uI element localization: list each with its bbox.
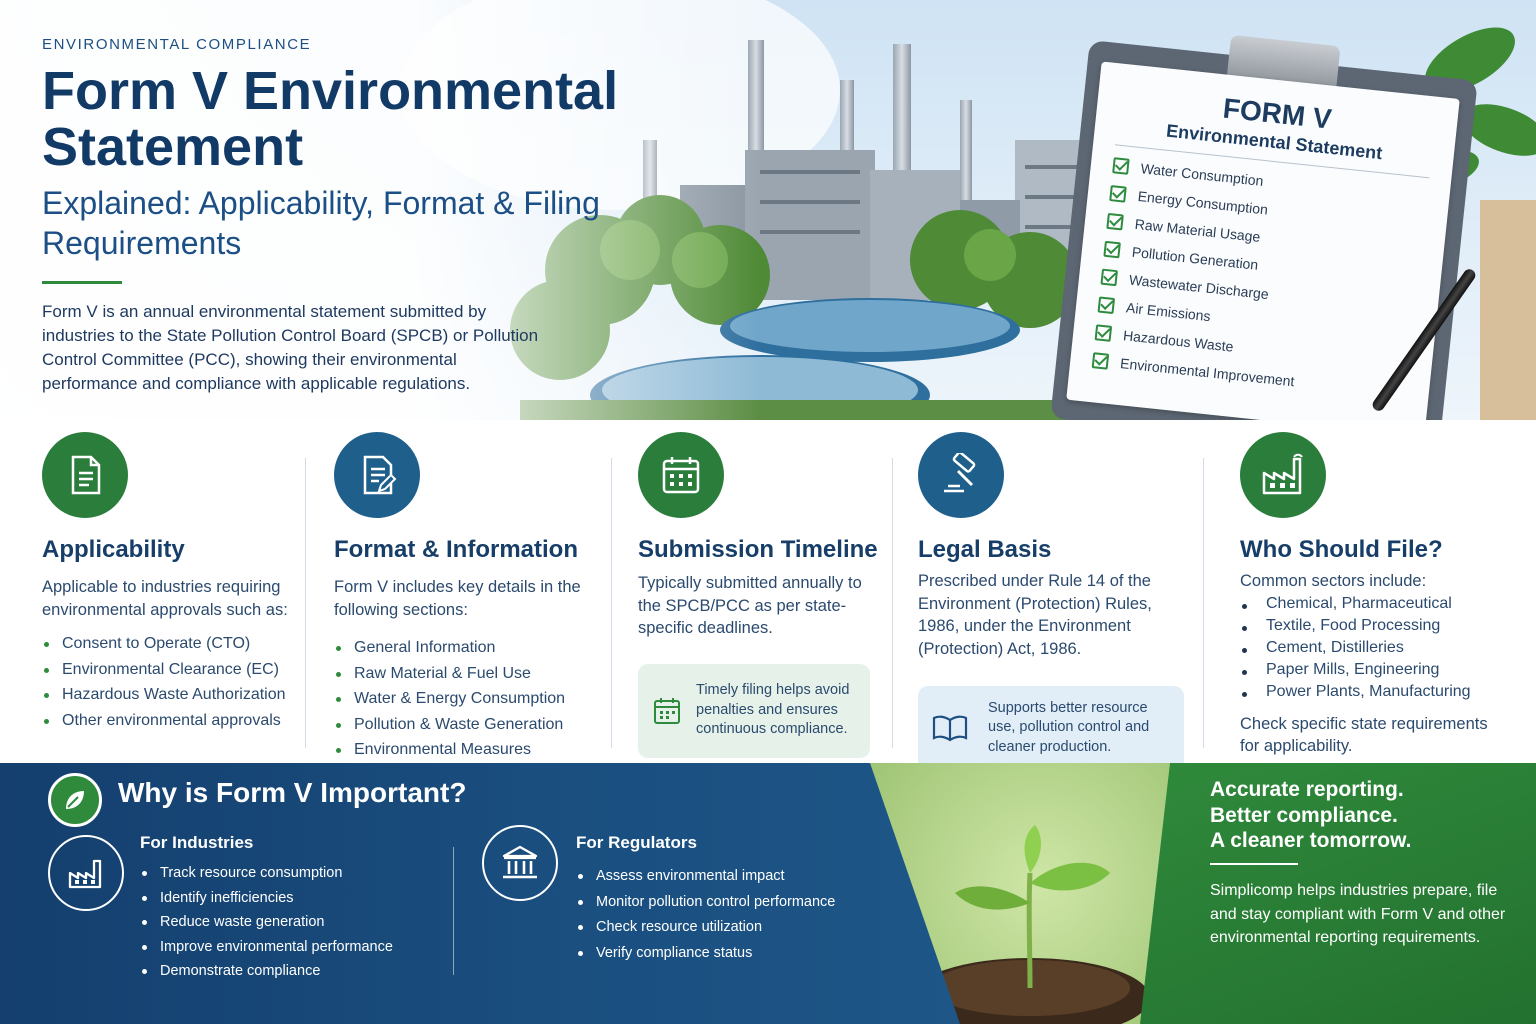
- sections-list: General Information Raw Material & Fuel …: [334, 635, 594, 763]
- checkbox-checked-icon: [1100, 268, 1119, 287]
- page-title: Form V Environmental Statement: [42, 63, 682, 175]
- list-item: Pollution & Waste Generation: [334, 712, 594, 738]
- list-item: Cement, Distilleries: [1240, 637, 1510, 659]
- title-line-1: Form V Environmental: [42, 61, 619, 121]
- list-item: Environmental Clearance (EC): [42, 657, 292, 683]
- list-item: Verify compliance status: [576, 941, 876, 967]
- card-body: Applicable to industries requiring envir…: [42, 578, 288, 619]
- eyebrow-label: ENVIRONMENTAL COMPLIANCE: [42, 36, 312, 53]
- list-item: Power Plants, Manufacturing: [1240, 681, 1510, 703]
- list-item: Textile, Food Processing: [1240, 615, 1510, 637]
- legal-note: Supports better resource use, pollution …: [918, 686, 1184, 770]
- section-title: Why is Form V Important?: [118, 777, 467, 808]
- card-body: Typically submitted annually to the SPCB…: [638, 574, 862, 637]
- title-divider: [42, 281, 122, 284]
- factory-icon: [1240, 432, 1326, 518]
- card-legal-basis: Legal Basis Prescribed under Rule 14 of …: [918, 420, 1188, 770]
- closing-tagline: Accurate reporting. Better compliance. A…: [1210, 778, 1412, 852]
- card-title: Who Should File?: [1240, 536, 1443, 563]
- checkbox-checked-icon: [1094, 324, 1113, 342]
- checkbox-checked-icon: [1109, 185, 1127, 203]
- closing-text: Simplicomp helps industries prepare, fil…: [1210, 882, 1506, 946]
- list-item: Demonstrate compliance: [140, 959, 393, 984]
- regulators-heading: For Regulators: [576, 833, 697, 852]
- card-body: Common sectors include:: [1240, 572, 1427, 590]
- card-timeline: Submission Timeline Typically submitted …: [638, 420, 878, 765]
- list-item: General Information: [334, 635, 594, 661]
- list-item: Water & Energy Consumption: [334, 686, 594, 712]
- form-edit-icon: [334, 432, 420, 518]
- list-item: Chemical, Pharmaceutical: [1240, 593, 1510, 615]
- list-item: Other environmental approvals: [42, 708, 292, 734]
- industries-heading: For Industries: [140, 833, 254, 852]
- list-item: Consent to Operate (CTO): [42, 631, 292, 657]
- checkbox-checked-icon: [1097, 296, 1116, 315]
- title-line-2: Statement: [42, 117, 304, 177]
- checkbox-checked-icon: [1091, 352, 1110, 370]
- card-title: Applicability: [42, 536, 185, 563]
- industries-list: Track resource consumption Identify inef…: [140, 861, 393, 984]
- list-item: Environmental Measures: [334, 737, 594, 763]
- intro-paragraph: Form V is an annual environmental statem…: [42, 302, 539, 393]
- checkbox-checked-icon: [1103, 240, 1121, 259]
- list-item: Reduce waste generation: [140, 910, 393, 935]
- why-important-section: Why is Form V Important? For Industries …: [0, 763, 1536, 1024]
- list-item: Assess environmental impact: [576, 864, 876, 890]
- page-subtitle: Explained: Applicability, Format & Filin…: [42, 185, 600, 261]
- timeline-note: Timely filing helps avoid penalties and …: [638, 663, 870, 758]
- card-title: Format & Information: [334, 536, 578, 563]
- gavel-icon: [918, 432, 1004, 518]
- leaf-icon: [48, 773, 102, 827]
- list-item: Paper Mills, Engineering: [1240, 659, 1510, 681]
- card-who-should-file: Who Should File? Common sectors include:…: [1240, 420, 1510, 765]
- card-applicability: Applicability Applicable to industries r…: [42, 420, 292, 765]
- card-title: Submission Timeline: [638, 536, 878, 563]
- open-book-icon: [932, 715, 968, 742]
- list-item: Track resource consumption: [140, 861, 393, 886]
- card-footer-text: Check specific state requirements for ap…: [1240, 714, 1488, 756]
- checkbox-checked-icon: [1112, 157, 1130, 175]
- list-item: Check resource utilization: [576, 915, 876, 941]
- list-item: Identify inefficiencies: [140, 886, 393, 911]
- card-body: Prescribed under Rule 14 of the Environm…: [918, 572, 1152, 658]
- regulators-list: Assess environmental impact Monitor poll…: [576, 864, 876, 966]
- form-v-clipboard: FORM V Environmental Statement Water Con…: [1050, 20, 1490, 420]
- card-title: Legal Basis: [918, 536, 1052, 563]
- calendar-icon: [638, 432, 724, 518]
- card-body: Form V includes key details in the follo…: [334, 578, 581, 619]
- info-cards: Applicability Applicable to industries r…: [0, 420, 1536, 770]
- government-building-icon: [482, 825, 558, 901]
- card-format: Format & Information Form V includes key…: [334, 420, 594, 765]
- tagline-divider: [1210, 863, 1298, 865]
- list-item: Hazardous Waste Authorization: [42, 682, 292, 708]
- approvals-list: Consent to Operate (CTO) Environmental C…: [42, 631, 292, 733]
- list-item: Monitor pollution control performance: [576, 890, 876, 916]
- calendar-check-icon: [654, 697, 680, 724]
- note-text: Timely filing helps avoid penalties and …: [696, 682, 850, 738]
- checkbox-checked-icon: [1106, 212, 1124, 231]
- document-icon: [42, 432, 128, 518]
- list-item: Improve environmental performance: [140, 935, 393, 960]
- factory-outline-icon: [48, 835, 124, 911]
- hero-section: ENVIRONMENTAL COMPLIANCE Form V Environm…: [0, 0, 1536, 420]
- note-text: Supports better resource use, pollution …: [988, 699, 1150, 755]
- sectors-list: Chemical, Pharmaceutical Textile, Food P…: [1240, 593, 1510, 703]
- list-item: Raw Material & Fuel Use: [334, 661, 594, 687]
